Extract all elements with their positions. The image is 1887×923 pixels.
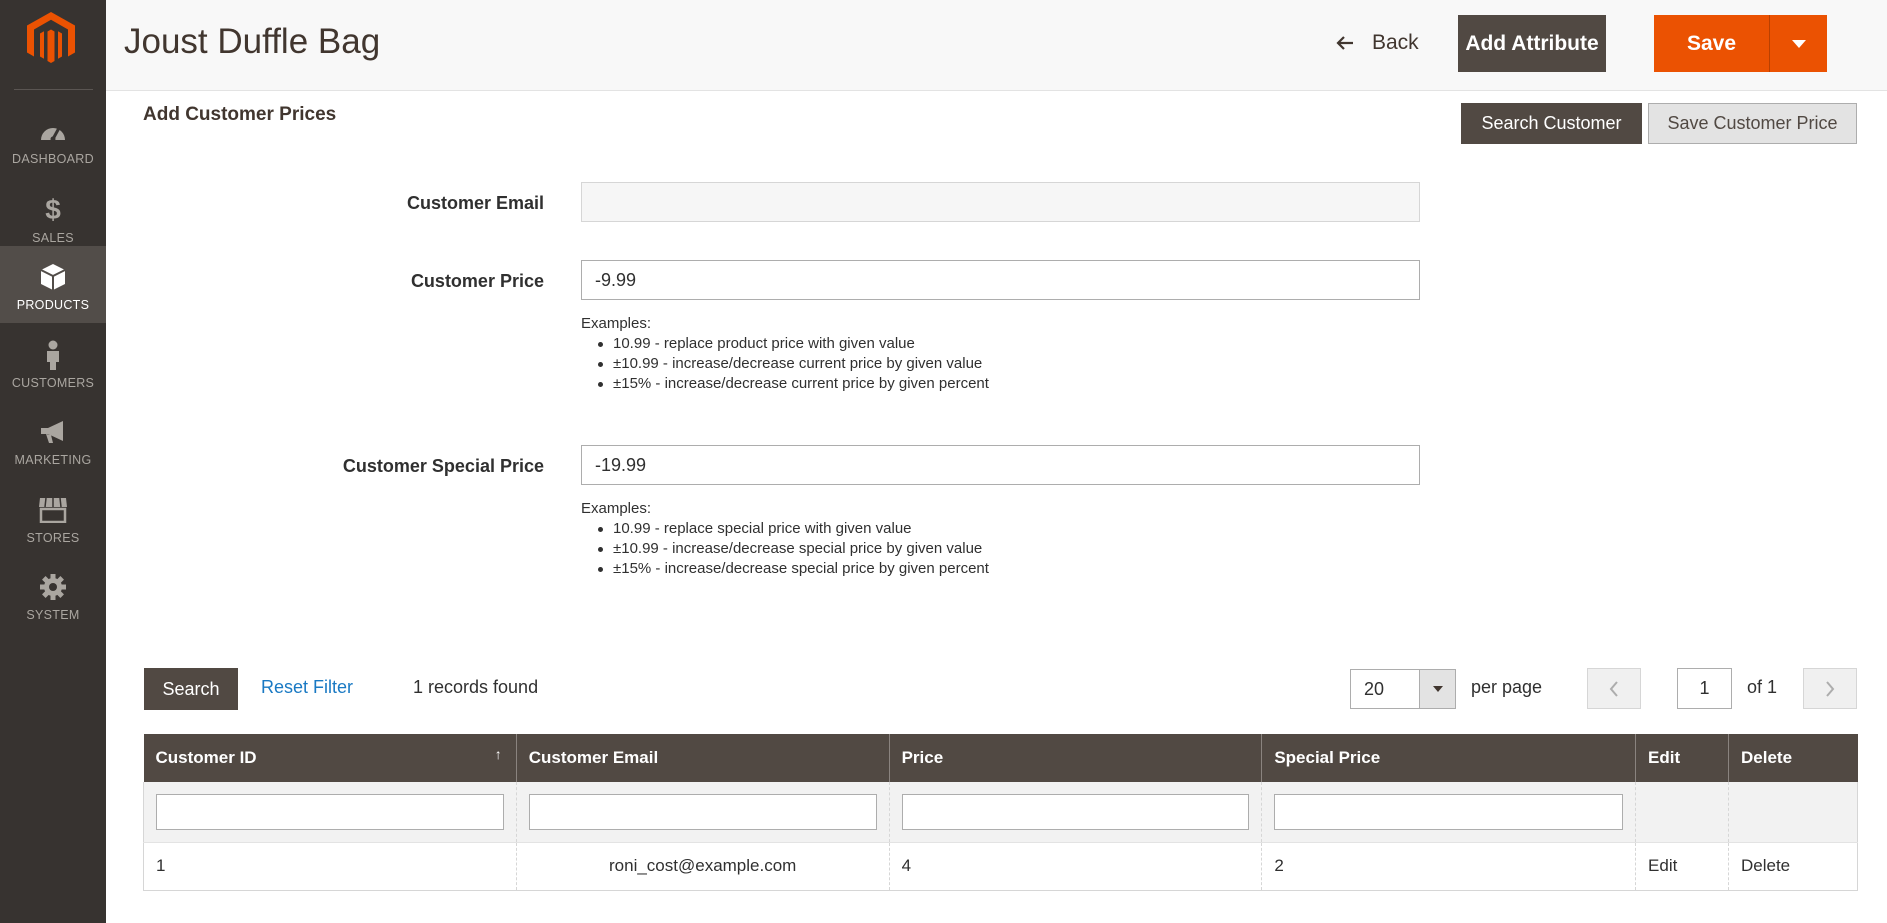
gear-icon: [38, 572, 68, 602]
caret-down-icon: [1791, 39, 1806, 48]
admin-sidebar: DASHBOARD $ SALES PRODUCTS CUSTOMERS MAR…: [0, 0, 106, 923]
edit-link[interactable]: Edit: [1635, 842, 1729, 891]
customer-email-field[interactable]: [581, 182, 1420, 222]
special-price-cell: 2: [1261, 842, 1636, 891]
sidebar-item-label: SALES: [32, 231, 74, 245]
customer-email-label: Customer Email: [406, 193, 544, 213]
dashboard-icon: [38, 116, 68, 146]
customer-special-price-label: Customer Special Price: [342, 456, 544, 476]
records-found-count: 1 records found: [413, 677, 539, 697]
reset-filter-link[interactable]: Reset Filter: [261, 677, 353, 698]
grid-search-button[interactable]: Search: [144, 668, 238, 710]
per-page-label: per page: [1471, 677, 1543, 697]
per-page-value: 20: [1364, 678, 1385, 699]
customer-prices-grid: Customer ID ↑ Customer Email Price Specia…: [143, 734, 1858, 891]
chevron-down-icon[interactable]: [1419, 670, 1455, 708]
sidebar-item-label: DASHBOARD: [12, 152, 94, 166]
back-button[interactable]: Back: [1336, 28, 1419, 58]
sidebar-item-marketing[interactable]: MARKETING: [0, 401, 106, 478]
customer-price-label: Customer Price: [410, 271, 544, 291]
save-options-toggle[interactable]: [1769, 15, 1827, 72]
filter-cell: [515, 782, 890, 843]
customer-email-filter-input[interactable]: [528, 793, 877, 830]
price-cell: 4: [888, 842, 1262, 891]
grid-header-row: Customer ID ↑ Customer Email Price Specia…: [143, 734, 1858, 782]
chevron-left-icon: [1609, 680, 1618, 697]
sidebar-item-dashboard[interactable]: DASHBOARD: [0, 100, 106, 177]
special-price-filter-input[interactable]: [1274, 793, 1624, 830]
sidebar-item-label: CUSTOMERS: [11, 376, 95, 390]
column-header-delete: Delete: [1728, 734, 1858, 782]
page-total: of 1: [1747, 677, 1778, 697]
price-filter-input[interactable]: [901, 793, 1250, 830]
previous-page-button[interactable]: [1587, 668, 1641, 709]
column-header-price[interactable]: Price: [888, 734, 1262, 782]
table-row: 1 roni_cost@example.com 4 2 Edit Delete: [143, 842, 1858, 891]
per-page-select[interactable]: 20: [1350, 669, 1456, 709]
cube-icon: [38, 262, 68, 292]
customer-email-cell: roni_cost@example.com: [515, 842, 890, 891]
next-page-button[interactable]: [1803, 668, 1857, 709]
column-header-customer-id[interactable]: Customer ID ↑: [143, 734, 517, 782]
back-button-label: Back: [1372, 31, 1419, 54]
current-page-input[interactable]: 1: [1677, 668, 1732, 709]
add-attribute-button[interactable]: Add Attribute: [1458, 15, 1606, 72]
column-header-special-price[interactable]: Special Price: [1261, 734, 1636, 782]
delete-link[interactable]: Delete: [1728, 842, 1858, 891]
example-item: ±10.99 - increase/decrease special price…: [595, 539, 989, 559]
chevron-right-icon: [1826, 680, 1835, 697]
customer-price-examples: Examples: 10.99 - replace product price …: [581, 314, 989, 394]
save-button[interactable]: Save: [1654, 15, 1769, 72]
page-header: Joust Duffle Bag Back Add Attribute Save: [106, 0, 1887, 91]
arrow-left-icon: [1336, 36, 1353, 50]
customer-price-field[interactable]: -9.99: [581, 260, 1420, 300]
sidebar-item-label: SYSTEM: [26, 608, 80, 622]
example-item: 10.99 - replace special price with given…: [595, 519, 989, 539]
store-icon: [38, 495, 68, 525]
filter-cell: [1261, 782, 1636, 843]
sidebar-item-label: STORES: [26, 531, 80, 545]
dollar-icon: $: [45, 194, 61, 225]
sidebar-item-sales[interactable]: $ SALES: [0, 179, 106, 256]
filter-cell: [1635, 782, 1729, 843]
column-header-label: Customer ID: [155, 748, 257, 767]
section-title: Add Customer Prices: [143, 104, 337, 125]
save-customer-price-button[interactable]: Save Customer Price: [1648, 103, 1857, 144]
column-header-edit: Edit: [1635, 734, 1729, 782]
filter-cell: [143, 782, 517, 843]
filter-cell: [888, 782, 1262, 843]
grid-filter-row: [143, 782, 1858, 843]
customer-id-link[interactable]: 1: [143, 842, 517, 891]
sidebar-item-stores[interactable]: STORES: [0, 479, 106, 556]
example-item: ±10.99 - increase/decrease current price…: [595, 354, 989, 374]
example-item: ±15% - increase/decrease special price b…: [595, 559, 989, 579]
sidebar-item-label: MARKETING: [14, 453, 92, 467]
customer-id-filter-input[interactable]: [156, 793, 504, 830]
magento-logo-icon[interactable]: [27, 12, 75, 66]
filter-cell: [1728, 782, 1858, 843]
special-price-examples: Examples: 10.99 - replace special price …: [581, 499, 989, 579]
sidebar-item-label: PRODUCTS: [16, 298, 90, 312]
customer-special-price-field[interactable]: -19.99: [581, 445, 1420, 485]
megaphone-icon: [38, 417, 68, 447]
example-item: 10.99 - replace product price with given…: [595, 334, 989, 354]
sort-ascending-icon: ↑: [494, 746, 502, 762]
sidebar-item-customers[interactable]: CUSTOMERS: [0, 324, 106, 401]
sidebar-item-products[interactable]: PRODUCTS: [0, 246, 106, 323]
examples-heading: Examples:: [581, 500, 652, 517]
example-item: ±15% - increase/decrease current price b…: [595, 374, 989, 394]
page-title: Joust Duffle Bag: [124, 22, 381, 61]
sidebar-item-system[interactable]: SYSTEM: [0, 556, 106, 633]
search-customer-button[interactable]: Search Customer: [1461, 103, 1642, 144]
person-icon: [38, 340, 68, 370]
examples-heading: Examples:: [581, 315, 652, 332]
sidebar-divider: [14, 89, 93, 90]
column-header-customer-email[interactable]: Customer Email: [515, 734, 890, 782]
